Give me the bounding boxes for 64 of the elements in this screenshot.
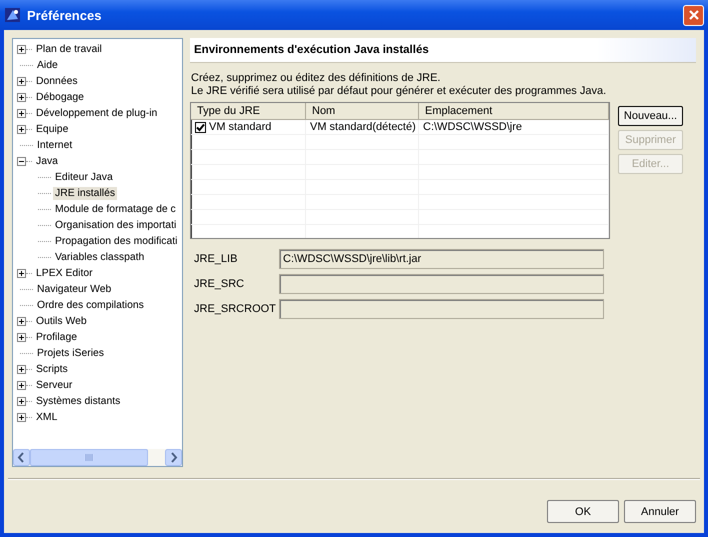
collapse-icon[interactable] [17,156,26,166]
tree-item[interactable]: Java [34,154,60,168]
tree-item[interactable]: Développement de plug-in [34,106,160,120]
path-field[interactable] [279,274,604,294]
page-title: Environnements d'exécution Java installés [194,44,429,56]
tree-item[interactable]: Aide [35,58,60,72]
scroll-left-icon[interactable] [13,449,30,466]
tree-item[interactable]: XML [34,410,60,424]
tree-item[interactable]: Projets iSeries [35,346,106,360]
column-header[interactable]: Nom [306,103,419,120]
tree-item[interactable]: LPEX Editor [34,266,95,280]
expand-icon[interactable] [17,364,26,374]
tree-item[interactable]: JRE installés [53,186,118,200]
field-label: JRE_LIB [194,253,238,265]
tree-item[interactable]: Plan de travail [34,42,104,56]
expand-icon[interactable] [17,412,26,422]
tree-item[interactable]: Variables classpath [53,250,146,264]
field-label: JRE_SRC [194,278,246,290]
expand-icon[interactable] [17,396,26,406]
expand-icon[interactable] [17,316,26,326]
table-cell: VM standard(détecté) [310,121,416,133]
tree-item[interactable]: Systèmes distants [34,394,122,408]
window-title: Préférences [27,8,102,22]
dialog-button[interactable]: Annuler [624,500,696,523]
description-text: Créez, supprimez ou éditez des définitions de JRE. [191,72,442,85]
expand-icon[interactable] [17,92,26,102]
close-button[interactable] [683,4,704,26]
expand-icon[interactable] [17,108,26,118]
expand-icon[interactable] [17,76,26,86]
tree-item[interactable]: Profilage [34,330,80,344]
description-text: Le JRE vérifié sera utilisé par défaut pour générer et exécuter des programmes Java. [191,85,608,98]
table-cell: VM standard [209,121,272,133]
path-field[interactable]: C:\WDSC\WSSD\jre\lib\rt.jar [279,249,604,269]
close-icon [688,9,700,21]
column-header[interactable]: Emplacement [419,103,609,120]
tree-item[interactable]: Serveur [34,378,74,392]
path-field[interactable] [279,299,604,319]
tree-item[interactable]: Données [34,74,80,88]
tree-item[interactable]: Organisation des importati [53,218,178,232]
expand-icon[interactable] [17,268,26,278]
tree-item[interactable]: Module de formatage de c [53,202,178,216]
expand-icon[interactable] [17,332,26,342]
tree-item[interactable]: Ordre des compilations [35,298,146,312]
app-icon [4,6,22,24]
field-label: JRE_SRCROOT [194,303,277,315]
tree-item[interactable]: Débogage [34,90,86,104]
tree-item[interactable]: Internet [35,138,74,152]
tree-item[interactable]: Navigateur Web [35,282,114,296]
tree-item[interactable]: Equipe [34,122,70,136]
expand-icon[interactable] [17,124,26,134]
tree-item[interactable]: Propagation des modificati [53,234,180,248]
horizontal-scrollbar[interactable] [13,449,182,466]
table-action-button[interactable]: Nouveau... [618,106,683,126]
scroll-thumb[interactable] [30,449,148,466]
tree-item[interactable]: Outils Web [34,314,89,328]
column-header[interactable]: Type du JRE [191,103,306,120]
tree-item[interactable]: Scripts [34,362,70,376]
tree-item[interactable]: Editeur Java [53,170,115,184]
scroll-right-icon[interactable] [165,449,182,466]
table-cell: C:\WDSC\WSSD\jre [423,121,522,133]
expand-icon[interactable] [17,44,26,54]
expand-icon[interactable] [17,380,26,390]
checkbox[interactable] [195,122,206,132]
dialog-button[interactable]: OK [547,500,619,523]
